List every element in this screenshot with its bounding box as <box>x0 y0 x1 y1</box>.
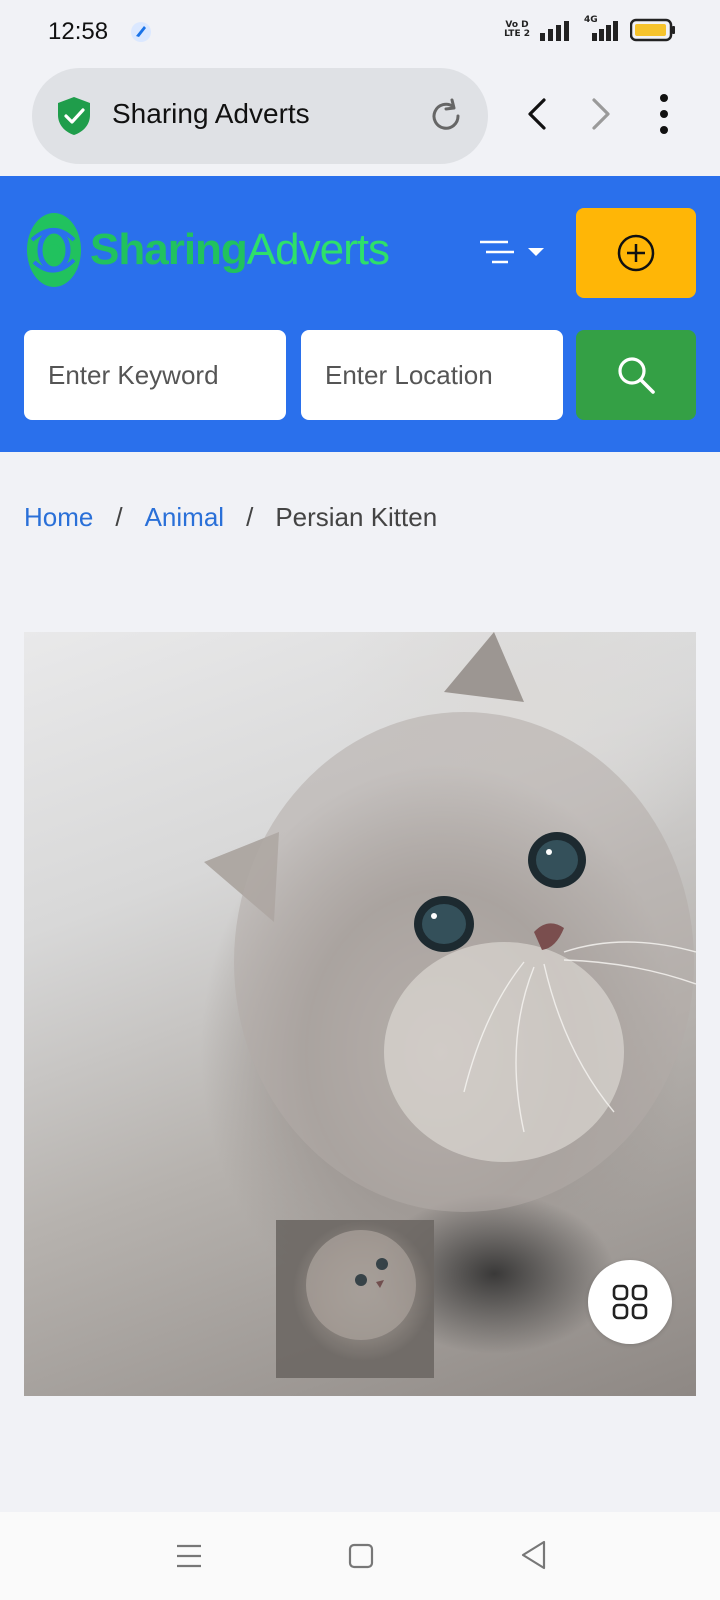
status-bar: 12:58 Vo D LTE 2 4G <box>0 0 720 64</box>
location-input[interactable] <box>301 330 563 420</box>
browser-toolbar: Sharing Adverts <box>0 64 720 176</box>
home-icon[interactable] <box>348 1542 374 1570</box>
more-vert-icon[interactable] <box>648 92 680 136</box>
forward-arrow-icon[interactable] <box>582 94 618 134</box>
battery-icon <box>630 18 675 42</box>
signal-icon <box>540 21 569 41</box>
site-logo[interactable]: SharingAdverts <box>24 210 390 290</box>
breadcrumb: Home / Animal / Persian Kitten <box>24 502 437 533</box>
recents-icon[interactable] <box>176 1542 202 1570</box>
logo-icon <box>27 213 81 287</box>
thumbnail-kitten-illustration <box>306 1230 416 1340</box>
status-time: 12:58 <box>48 18 109 45</box>
logo-text: SharingAdverts <box>90 225 390 274</box>
shield-check-icon <box>58 97 90 135</box>
grid-icon <box>612 1284 648 1320</box>
breadcrumb-separator: / <box>246 502 254 532</box>
system-nav-bar <box>0 1512 720 1600</box>
volte-indicator: Vo D LTE 2 <box>504 20 530 39</box>
back-arrow-icon[interactable] <box>520 94 556 134</box>
app-notification-icon <box>131 22 151 42</box>
page-title: Sharing Adverts <box>112 98 310 129</box>
listing-main-photo[interactable] <box>24 632 696 1396</box>
search-button[interactable] <box>576 330 696 420</box>
back-icon[interactable] <box>520 1540 546 1570</box>
menu-toggle-icon[interactable] <box>478 236 548 268</box>
view-all-photos-button[interactable] <box>588 1260 672 1344</box>
keyword-input[interactable] <box>24 330 286 420</box>
site-header: SharingAdverts <box>0 176 720 452</box>
gallery-thumbnail[interactable] <box>276 1220 434 1378</box>
reload-icon[interactable] <box>426 96 466 136</box>
signal-4g-icon: 4G <box>580 15 620 41</box>
breadcrumb-separator: / <box>115 502 123 532</box>
plus-circle-icon <box>617 234 655 272</box>
address-bar[interactable]: Sharing Adverts <box>32 68 488 164</box>
status-icons: Vo D LTE 2 4G <box>504 15 676 42</box>
post-ad-button[interactable] <box>576 208 696 298</box>
search-icon <box>618 357 655 394</box>
breadcrumb-current: Persian Kitten <box>275 502 438 532</box>
breadcrumb-home[interactable]: Home <box>24 502 93 533</box>
breadcrumb-category[interactable]: Animal <box>145 502 224 533</box>
